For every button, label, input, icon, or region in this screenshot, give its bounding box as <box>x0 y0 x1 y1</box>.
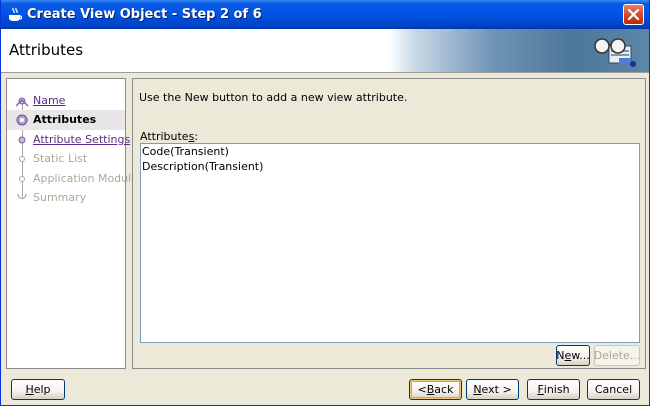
step-label[interactable]: Attribute Settings <box>33 133 130 146</box>
view-object-glasses-icon <box>594 38 636 67</box>
step-attribute-settings[interactable]: Attribute Settings <box>7 130 130 150</box>
step-label: Application Module <box>33 172 138 185</box>
step-current-icon <box>16 114 28 126</box>
close-icon <box>627 8 640 21</box>
step-name[interactable]: Name <box>7 91 125 111</box>
page-header: Attributes <box>1 29 649 73</box>
step-node-icon <box>19 156 25 162</box>
step-done-icon <box>15 97 29 107</box>
step-label: Summary <box>33 191 87 204</box>
title-bar[interactable]: Create View Object - Step 2 of 6 <box>1 0 649 29</box>
step-summary: Summary <box>7 188 125 208</box>
attributes-list-label: Attributes: <box>140 130 199 143</box>
step-label[interactable]: Name <box>33 94 65 107</box>
back-button[interactable]: < Back <box>409 379 462 400</box>
help-button[interactable]: Help <box>11 379 65 400</box>
list-item[interactable]: Code(Transient) <box>142 145 229 160</box>
step-attributes[interactable]: Attributes <box>7 110 125 130</box>
step-node-icon <box>19 176 25 182</box>
step-label: Attributes <box>33 113 97 126</box>
page-title: Attributes <box>9 41 84 59</box>
step-application-module: Application Module <box>7 169 138 189</box>
step-static-list: Static List <box>7 149 125 169</box>
content-panel: Use the New button to add a new view att… <box>132 78 646 369</box>
wizard-steps-panel: Name Attributes Attribute Settings Stati… <box>6 78 138 369</box>
instruction-text: Use the New button to add a new view att… <box>139 91 408 104</box>
list-item[interactable]: Description(Transient) <box>142 160 263 175</box>
step-label: Static List <box>33 152 88 165</box>
close-button[interactable] <box>623 4 644 25</box>
step-node-icon <box>18 136 26 144</box>
coffee-cup-icon <box>9 7 23 21</box>
step-end-icon <box>17 193 27 200</box>
dialog-window: Create View Object - Step 2 of 6 Attribu… <box>0 0 650 406</box>
new-attribute-button[interactable]: Ne w... <box>556 345 590 366</box>
finish-button[interactable]: Finish <box>527 379 580 400</box>
next-button[interactable]: Next > <box>466 379 519 400</box>
cancel-button[interactable]: Cancel <box>587 379 640 400</box>
delete-attribute-button[interactable]: Delete... <box>594 345 640 366</box>
window-title: Create View Object - Step 2 of 6 <box>27 7 262 22</box>
attributes-list[interactable]: Code(Transient) Description(Transient) <box>140 143 640 343</box>
